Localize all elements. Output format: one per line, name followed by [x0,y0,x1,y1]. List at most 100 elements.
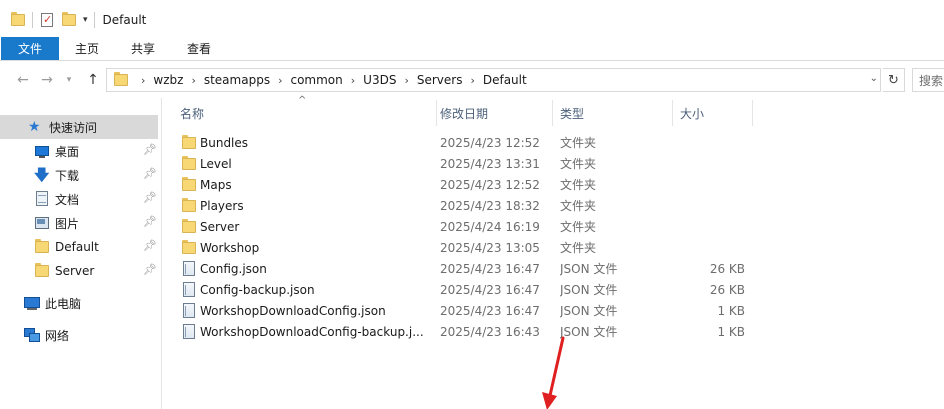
sidebar-item-label: 文档 [55,192,80,207]
json-file-icon [181,260,197,277]
file-name-cell[interactable]: Config.json [181,258,426,279]
address-dropdown-icon[interactable]: ⌄ [870,73,878,84]
up-arrow-icon[interactable]: ↑ [82,69,104,91]
folder-icon [181,134,197,151]
file-row[interactable]: Players 2025/4/23 18:32 文件夹 [163,195,944,216]
tab-home[interactable]: 主页 [59,37,115,60]
sidebar-item-pictures[interactable]: 图片 [0,211,158,235]
sidebar-item-downloads[interactable]: 🡇 下载 [0,163,158,187]
back-arrow-icon[interactable]: ← [12,69,34,91]
new-folder-icon[interactable] [61,12,77,28]
file-row[interactable]: Config.json 2025/4/23 16:47 JSON 文件 26 KB [163,258,944,279]
file-name-cell[interactable]: WorkshopDownloadConfig-backup.j... [181,321,426,342]
file-row[interactable]: Config-backup.json 2025/4/23 16:47 JSON 文件… [163,279,944,300]
file-name-cell[interactable]: Bundles [181,132,426,153]
pin-icon[interactable]: 📌︎ [143,215,157,228]
breadcrumb-item[interactable]: common [290,73,342,87]
file-type: 文件夹 [560,199,597,213]
column-header-date[interactable]: 修改日期 [433,100,553,126]
recent-locations-chevron-icon[interactable]: ▾ [58,69,80,91]
sidebar-item-documents[interactable]: 文档 [0,187,158,211]
computer-icon [24,295,40,311]
navigation-pane: ★ 快速访问 桌面 📌︎ 🡇 下载 📌︎ 文档 📌︎ 图片 📌︎ Default… [0,98,162,409]
file-name-cell[interactable]: WorkshopDownloadConfig.json [181,300,426,321]
sidebar-item-server[interactable]: Server [0,259,158,283]
file-date: 2025/4/23 12:52 [440,135,540,150]
folder-icon [181,239,197,256]
file-row[interactable]: WorkshopDownloadConfig.json 2025/4/23 16:… [163,300,944,321]
json-file-icon [181,323,197,340]
address-row: ← → ▾ ↑ › wzbz › steamapps › common › U3… [0,62,944,98]
tab-share[interactable]: 共享 [115,37,171,60]
file-row[interactable]: Server 2025/4/24 16:19 文件夹 [163,216,944,237]
sidebar-item-default[interactable]: Default [0,235,158,259]
file-name-cell[interactable]: Server [181,216,426,237]
breadcrumb-item[interactable]: Servers [417,73,463,87]
pin-icon[interactable]: 📌︎ [143,143,157,156]
breadcrumb-item[interactable]: Default [483,73,527,87]
file-date: 2025/4/23 13:05 [440,240,540,255]
sidebar-item-label: Default [55,240,99,254]
file-name-cell[interactable]: Maps [181,174,426,195]
window-title: Default [102,13,147,27]
sidebar-item-desktop[interactable]: 桌面 [0,139,158,163]
pin-icon[interactable]: 📌︎ [143,239,157,252]
file-type: 文件夹 [560,220,597,234]
column-header-name[interactable]: 名称 [173,100,437,126]
refresh-icon[interactable]: ↻ [883,68,905,92]
file-row[interactable]: Level 2025/4/23 13:31 文件夹 [163,153,944,174]
file-size [673,132,745,153]
file-name: WorkshopDownloadConfig.json [200,303,386,318]
breadcrumb-chevron-icon[interactable]: › [404,74,408,87]
star-icon: ★ [28,119,41,135]
breadcrumb-chevron-icon[interactable]: › [278,74,282,87]
sidebar-item-this-pc[interactable]: 此电脑 [0,291,158,315]
file-row[interactable]: Maps 2025/4/23 12:52 文件夹 [163,174,944,195]
file-name-cell[interactable]: Workshop [181,237,426,258]
file-date: 2025/4/24 16:19 [440,219,540,234]
column-header-type[interactable]: 类型 [553,100,673,126]
file-row[interactable]: Workshop 2025/4/23 13:05 文件夹 [163,237,944,258]
folder-icon [181,197,197,214]
breadcrumb-item[interactable]: steamapps [204,73,270,87]
file-date: 2025/4/23 16:47 [440,261,540,276]
file-date: 2025/4/23 13:31 [440,156,540,171]
title-separator [93,12,95,28]
sidebar-item-quick-access[interactable]: ★ 快速访问 [0,115,158,139]
pin-icon[interactable]: 📌︎ [143,191,157,204]
pin-icon[interactable]: 📌︎ [143,263,157,276]
tab-file[interactable]: 文件 [1,37,59,60]
breadcrumb-item[interactable]: wzbz [153,73,183,87]
file-row[interactable]: Bundles 2025/4/23 12:52 文件夹 [163,132,944,153]
file-name: Level [200,156,232,171]
customize-quick-access-dropdown[interactable]: ▾ [83,15,88,25]
file-name-cell[interactable]: Level [181,153,426,174]
sidebar-item-label: 图片 [55,216,80,231]
file-type: 文件夹 [560,136,597,150]
download-icon: 🡇 [34,166,50,184]
breadcrumb-chevron-icon[interactable]: › [351,74,355,87]
title-bar: ✓ ▾ Default [0,0,944,40]
json-file-icon [181,302,197,319]
file-name-cell[interactable]: Config-backup.json [181,279,426,300]
sidebar-item-label: 下载 [55,168,80,183]
properties-icon[interactable]: ✓ [39,12,55,28]
folder-icon [113,72,129,88]
address-bar[interactable]: › wzbz › steamapps › common › U3DS › Ser… [106,68,881,92]
forward-arrow-icon[interactable]: → [36,69,58,91]
search-input[interactable]: 搜索 [912,68,944,92]
file-type: 文件夹 [560,241,597,255]
breadcrumb-chevron-icon[interactable]: › [470,74,474,87]
breadcrumb-chevron-icon[interactable]: › [141,74,145,87]
tab-view[interactable]: 查看 [171,37,227,60]
breadcrumb-item[interactable]: U3DS [363,73,396,87]
pin-icon[interactable]: 📌︎ [143,167,157,180]
file-name-cell[interactable]: Players [181,195,426,216]
file-date: 2025/4/23 12:52 [440,177,540,192]
file-type: 文件夹 [560,178,597,192]
sidebar-item-network[interactable]: 网络 [0,323,158,347]
column-header-size[interactable]: 大小 [673,100,753,126]
breadcrumb-chevron-icon[interactable]: › [191,74,195,87]
file-type: 文件夹 [560,157,597,171]
file-name: Players [200,198,244,213]
